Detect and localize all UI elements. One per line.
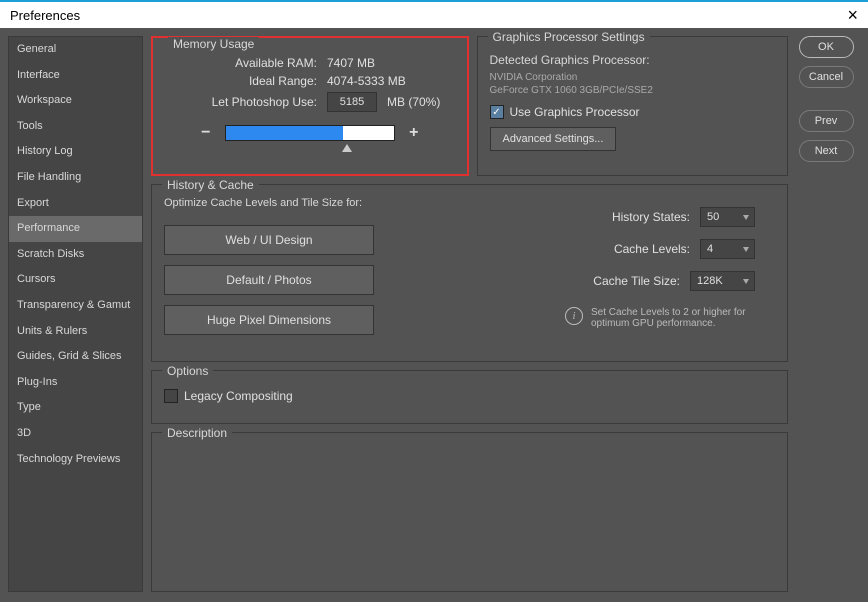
cache-levels-select[interactable]: 4 bbox=[700, 239, 755, 259]
advanced-settings-button[interactable]: Advanced Settings... bbox=[490, 127, 617, 151]
sidebar-item-export[interactable]: Export bbox=[9, 191, 142, 217]
title-bar: Preferences × bbox=[0, 0, 868, 28]
photoshop-use-label: Let Photoshop Use: bbox=[167, 95, 317, 109]
ok-button[interactable]: OK bbox=[799, 36, 854, 58]
cache-hint-text: Set Cache Levels to 2 or higher for opti… bbox=[591, 307, 755, 329]
sidebar-item-type[interactable]: Type bbox=[9, 395, 142, 421]
sidebar: GeneralInterfaceWorkspaceToolsHistory Lo… bbox=[8, 36, 143, 592]
legacy-compositing-checkbox[interactable] bbox=[164, 389, 178, 403]
cancel-button[interactable]: Cancel bbox=[799, 66, 854, 88]
ideal-range-value: 4074-5333 MB bbox=[327, 74, 406, 88]
cache-levels-label: Cache Levels: bbox=[580, 242, 690, 256]
memory-decrease-button[interactable]: − bbox=[199, 124, 213, 142]
sidebar-item-cursors[interactable]: Cursors bbox=[9, 267, 142, 293]
optimize-label: Optimize Cache Levels and Tile Size for: bbox=[164, 197, 374, 209]
sidebar-item-performance[interactable]: Performance bbox=[9, 216, 142, 242]
photoshop-use-suffix: MB (70%) bbox=[387, 95, 440, 109]
sidebar-item-tools[interactable]: Tools bbox=[9, 114, 142, 140]
sidebar-item-technology-previews[interactable]: Technology Previews bbox=[9, 447, 142, 473]
prev-button[interactable]: Prev bbox=[799, 110, 854, 132]
available-ram-value: 7407 MB bbox=[327, 56, 375, 70]
gpu-settings-group: Graphics Processor Settings Detected Gra… bbox=[477, 36, 789, 176]
preset-web-ui-design[interactable]: Web / UI Design bbox=[164, 225, 374, 255]
memory-slider[interactable] bbox=[225, 125, 395, 141]
content: GeneralInterfaceWorkspaceToolsHistory Lo… bbox=[0, 28, 868, 602]
gpu-vendor: NVIDIA Corporation bbox=[490, 71, 776, 84]
sidebar-item-3d[interactable]: 3D bbox=[9, 421, 142, 447]
history-cache-group: History & Cache Optimize Cache Levels an… bbox=[151, 184, 788, 362]
memory-increase-button[interactable]: + bbox=[407, 124, 421, 142]
use-gpu-checkbox[interactable]: ✓ bbox=[490, 105, 504, 119]
sidebar-item-scratch-disks[interactable]: Scratch Disks bbox=[9, 242, 142, 268]
window-title: Preferences bbox=[10, 8, 80, 23]
sidebar-item-history-log[interactable]: History Log bbox=[9, 139, 142, 165]
gpu-legend: Graphics Processor Settings bbox=[488, 30, 650, 44]
available-ram-label: Available RAM: bbox=[167, 56, 317, 70]
legacy-compositing-label: Legacy Compositing bbox=[184, 389, 293, 403]
memory-legend: Memory Usage bbox=[168, 37, 259, 51]
next-button[interactable]: Next bbox=[799, 140, 854, 162]
memory-slider-thumb[interactable] bbox=[342, 144, 352, 152]
sidebar-item-file-handling[interactable]: File Handling bbox=[9, 165, 142, 191]
history-states-label: History States: bbox=[580, 210, 690, 224]
description-group: Description bbox=[151, 432, 788, 592]
sidebar-item-guides-grid-slices[interactable]: Guides, Grid & Slices bbox=[9, 344, 142, 370]
cache-tile-label: Cache Tile Size: bbox=[570, 274, 680, 288]
ideal-range-label: Ideal Range: bbox=[167, 74, 317, 88]
preset-huge-pixel-dimensions[interactable]: Huge Pixel Dimensions bbox=[164, 305, 374, 335]
history-legend: History & Cache bbox=[162, 178, 259, 192]
sidebar-item-interface[interactable]: Interface bbox=[9, 63, 142, 89]
sidebar-item-plug-ins[interactable]: Plug-Ins bbox=[9, 370, 142, 396]
preset-default-photos[interactable]: Default / Photos bbox=[164, 265, 374, 295]
options-group: Options Legacy Compositing bbox=[151, 370, 788, 424]
close-icon[interactable]: × bbox=[847, 5, 858, 26]
photoshop-use-input[interactable] bbox=[327, 92, 377, 112]
sidebar-item-general[interactable]: General bbox=[9, 37, 142, 63]
history-states-select[interactable]: 50 bbox=[700, 207, 755, 227]
sidebar-item-workspace[interactable]: Workspace bbox=[9, 88, 142, 114]
options-legend: Options bbox=[162, 364, 213, 378]
description-legend: Description bbox=[162, 426, 232, 440]
use-gpu-label: Use Graphics Processor bbox=[510, 105, 640, 119]
memory-usage-group: Memory Usage Available RAM: 7407 MB Idea… bbox=[151, 36, 469, 176]
cache-tile-select[interactable]: 128K bbox=[690, 271, 755, 291]
gpu-model: GeForce GTX 1060 3GB/PCIe/SSE2 bbox=[490, 84, 776, 97]
sidebar-item-transparency-gamut[interactable]: Transparency & Gamut bbox=[9, 293, 142, 319]
action-buttons: OK Cancel Prev Next bbox=[796, 36, 856, 592]
sidebar-item-units-rulers[interactable]: Units & Rulers bbox=[9, 319, 142, 345]
main-panel: Memory Usage Available RAM: 7407 MB Idea… bbox=[151, 36, 788, 592]
info-icon: i bbox=[565, 307, 583, 325]
gpu-detected-label: Detected Graphics Processor: bbox=[490, 53, 776, 67]
